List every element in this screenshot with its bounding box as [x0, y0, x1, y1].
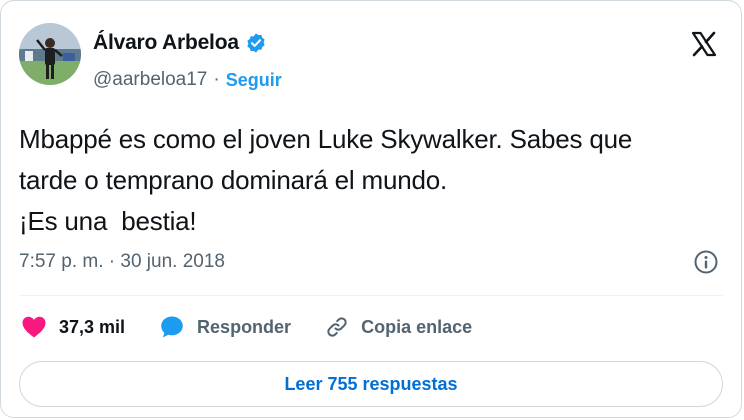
read-replies-button[interactable]: Leer 755 respuestas	[19, 361, 723, 407]
divider	[19, 295, 723, 296]
x-logo-icon[interactable]	[689, 29, 719, 59]
like-button[interactable]: 37,3 mil	[21, 315, 125, 339]
tweet-timestamp[interactable]: 7:57 p. m. · 30 jun. 2018	[19, 251, 225, 273]
author-handle[interactable]: @aarbeloa17	[93, 69, 207, 91]
heart-icon	[22, 316, 46, 338]
info-icon[interactable]	[693, 249, 719, 275]
avatar[interactable]	[19, 23, 81, 85]
like-count: 37,3 mil	[59, 316, 126, 337]
verified-badge-icon	[245, 32, 267, 54]
link-icon	[327, 317, 347, 337]
action-bar: 37,3 mil Responder Copia enlace	[21, 312, 506, 342]
tweet-text: Mbappé es como el joven Luke Skywalker. …	[19, 124, 633, 236]
follow-button[interactable]: Seguir	[226, 70, 282, 91]
reply-button[interactable]: Responder	[159, 314, 291, 340]
speech-bubble-icon	[161, 316, 183, 338]
avatar-photo	[19, 23, 81, 85]
author-name[interactable]: Álvaro Arbeloa	[93, 31, 239, 55]
copy-link-label: Copia enlace	[361, 316, 473, 337]
separator-dot: ·	[213, 69, 220, 90]
handle-row: @aarbeloa17 · Seguir	[93, 69, 282, 91]
tweet-card: Álvaro Arbeloa @aarbeloa17 · Seguir Mbap…	[0, 0, 742, 418]
copy-link-button[interactable]: Copia enlace	[325, 315, 472, 339]
author-name-row: Álvaro Arbeloa	[93, 31, 267, 55]
reply-label: Responder	[197, 316, 292, 337]
